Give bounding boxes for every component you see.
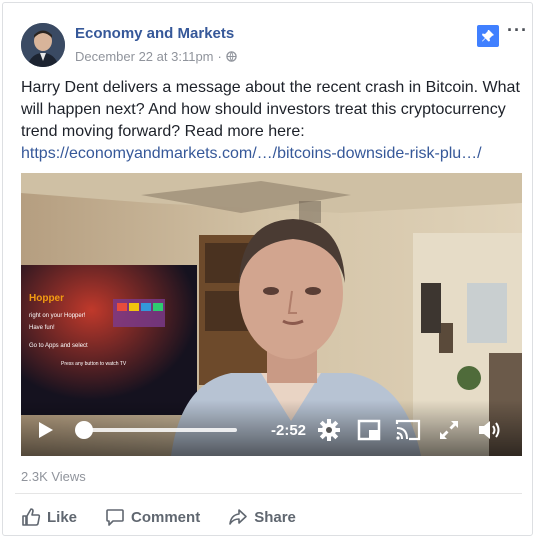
thumbs-up-icon xyxy=(22,508,41,526)
globe-icon xyxy=(226,51,237,62)
video-controls: -2:52 xyxy=(21,400,522,456)
post-body: Harry Dent delivers a message about the … xyxy=(21,77,521,165)
like-label: Like xyxy=(47,508,78,526)
avatar-image xyxy=(21,23,65,67)
view-count: 2.3K Views xyxy=(21,469,86,484)
play-icon[interactable] xyxy=(39,422,53,438)
action-bar: Like Comment Share xyxy=(21,507,324,527)
volume-icon[interactable] xyxy=(477,418,503,442)
tv-brand-text: Hopper xyxy=(29,293,64,304)
meta-separator: · xyxy=(217,49,222,64)
post-card: Economy and Markets December 22 at 3:11p… xyxy=(2,2,533,536)
post-meta: December 22 at 3:11pm · xyxy=(75,49,237,64)
fullscreen-icon[interactable] xyxy=(437,418,461,442)
comment-label: Comment xyxy=(131,508,201,526)
tv-line4-text: Press any button to watch TV xyxy=(61,361,127,367)
more-options-button[interactable]: ··· xyxy=(507,21,528,39)
remaining-time: -2:52 xyxy=(271,422,307,439)
settings-icon[interactable] xyxy=(317,418,341,442)
page-avatar[interactable] xyxy=(21,23,65,67)
pin-icon[interactable] xyxy=(477,25,499,47)
share-button[interactable]: Share xyxy=(228,507,296,527)
like-button[interactable]: Like xyxy=(21,507,77,527)
tv-line2-text: Have fun! xyxy=(29,325,55,331)
share-label: Share xyxy=(254,508,296,526)
tv-line1-text: right on your Hopper! xyxy=(29,313,86,319)
tv-line3-text: Go to Apps and select xyxy=(29,343,88,349)
page-name-link[interactable]: Economy and Markets xyxy=(75,25,234,42)
post-timestamp[interactable]: December 22 at 3:11pm xyxy=(75,49,214,64)
progress-knob[interactable] xyxy=(74,421,93,439)
pip-icon[interactable] xyxy=(357,418,381,442)
video-player[interactable]: Hopper right on your Hopper! Have fun! G… xyxy=(21,173,522,456)
share-icon xyxy=(229,509,247,525)
comment-icon xyxy=(106,509,124,526)
post-text: Harry Dent delivers a message about the … xyxy=(21,79,520,140)
comment-button[interactable]: Comment xyxy=(105,507,200,527)
post-link[interactable]: https://economyandmarkets.com/…/bitcoins… xyxy=(21,145,482,162)
cast-icon[interactable] xyxy=(395,418,421,442)
actions-divider xyxy=(15,493,522,494)
progress-track[interactable] xyxy=(79,428,237,432)
